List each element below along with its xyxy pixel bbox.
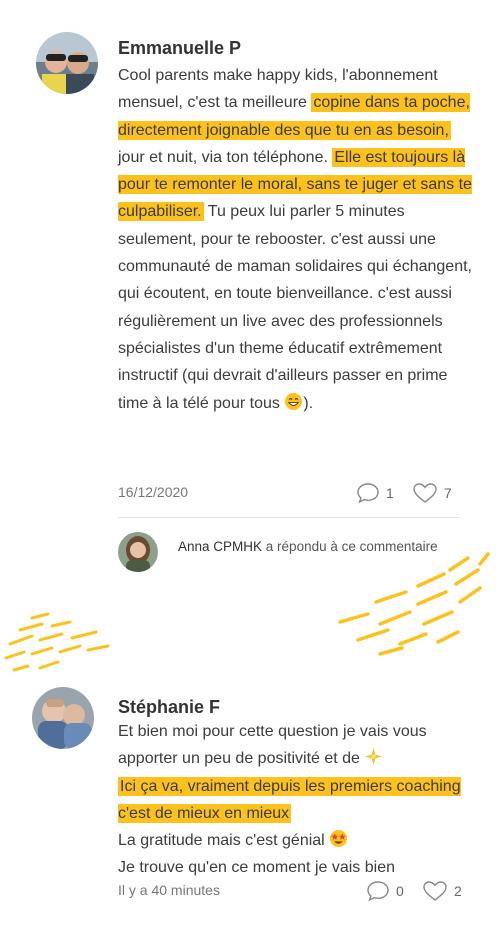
heart-icon [413,483,437,503]
comment-author[interactable]: Emmanuelle P [118,38,241,59]
star-struck-emoji-icon [330,830,348,848]
comment-text: Je trouve qu'en ce moment je vais bien [118,859,395,877]
reply-count-button[interactable]: 0 [366,880,404,902]
divider [118,517,460,518]
avatar[interactable] [36,32,98,94]
reply-count: 1 [386,485,394,501]
comment-author[interactable]: Stéphanie F [118,697,220,718]
comment-meta: 16/12/2020 1 7 [118,482,468,506]
comment-meta: Il y a 40 minutes 0 2 [118,880,468,904]
like-count: 2 [454,883,462,899]
like-button[interactable]: 2 [422,880,462,902]
sparkle-emoji-icon [365,748,383,766]
decorative-strokes-left [4,612,110,672]
reply-author[interactable]: Anna CPMHK [178,539,262,554]
decorative-strokes-right [338,552,490,656]
comment-text: Tu peux lui parler 5 minutes seulement, … [118,203,472,412]
reply-count-button[interactable]: 1 [356,482,394,504]
highlighted-text: Ici ça va, vraiment depuis les premiers … [118,776,461,823]
avatar[interactable] [32,687,94,749]
like-button[interactable]: 7 [412,482,452,504]
comment-text: ). [303,394,314,412]
comment-body: Et bien moi pour cette question je vais … [118,718,478,882]
comment-date: Il y a 40 minutes [118,882,220,898]
grinning-emoji-icon [285,392,303,410]
heart-icon [423,881,447,901]
comment-card-1: Emmanuelle P Cool parents make happy kid… [0,0,500,600]
comment-text: La gratitude mais c'est génial [118,832,330,850]
like-count: 7 [444,485,452,501]
comment-text: jour et nuit, via ton téléphone. [118,148,333,166]
comment-body: Cool parents make happy kids, l'abonneme… [118,62,478,417]
comment-bubble-icon [357,483,379,504]
comment-bubble-icon [367,881,389,902]
reply-avatar[interactable] [118,532,158,572]
reply-count: 0 [396,883,404,899]
comment-card-2: Stéphanie F Et bien moi pour cette quest… [0,680,500,920]
comment-date: 16/12/2020 [118,484,189,500]
